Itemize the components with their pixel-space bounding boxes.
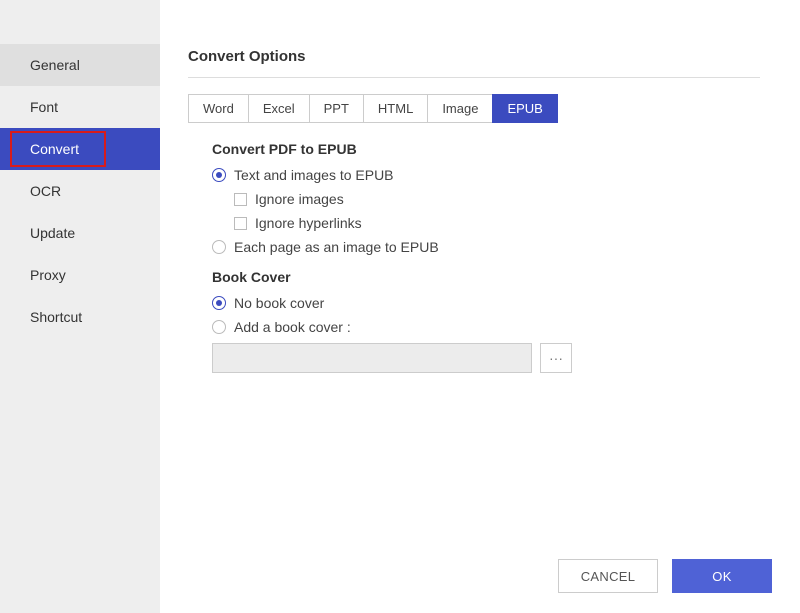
- option-label: Add a book cover :: [234, 319, 351, 335]
- sidebar-item-general[interactable]: General: [0, 44, 160, 86]
- section-title-cover: Book Cover: [212, 269, 760, 285]
- sidebar-item-label: Update: [30, 225, 75, 241]
- tab-image[interactable]: Image: [427, 94, 493, 123]
- cancel-button[interactable]: CANCEL: [558, 559, 658, 593]
- radio-icon: [212, 168, 226, 182]
- browse-button[interactable]: ···: [540, 343, 572, 373]
- option-text-images[interactable]: Text and images to EPUB: [212, 167, 760, 183]
- tab-html[interactable]: HTML: [363, 94, 428, 123]
- sidebar: General Font Convert OCR Update Proxy Sh…: [0, 0, 160, 613]
- cover-path-input[interactable]: [212, 343, 532, 373]
- main-panel: Convert Options Word Excel PPT HTML Imag…: [160, 0, 800, 613]
- tab-epub[interactable]: EPUB: [492, 94, 557, 123]
- ok-button[interactable]: OK: [672, 559, 772, 593]
- sidebar-item-label: Shortcut: [30, 309, 82, 325]
- cover-path-row: ···: [212, 343, 760, 373]
- tab-ppt[interactable]: PPT: [309, 94, 364, 123]
- sidebar-item-label: General: [30, 57, 80, 73]
- section-title-convert: Convert PDF to EPUB: [212, 141, 760, 157]
- option-ignore-hyperlinks[interactable]: Ignore hyperlinks: [212, 215, 760, 231]
- option-add-cover[interactable]: Add a book cover :: [212, 319, 760, 335]
- checkbox-icon: [234, 193, 247, 206]
- option-label: Each page as an image to EPUB: [234, 239, 439, 255]
- sidebar-item-label: Proxy: [30, 267, 66, 283]
- option-ignore-images[interactable]: Ignore images: [212, 191, 760, 207]
- sidebar-item-label: Font: [30, 99, 58, 115]
- option-label: Ignore images: [255, 191, 344, 207]
- checkbox-icon: [234, 217, 247, 230]
- format-tabs: Word Excel PPT HTML Image EPUB: [188, 94, 760, 123]
- radio-icon: [212, 296, 226, 310]
- sidebar-item-proxy[interactable]: Proxy: [0, 254, 160, 296]
- convert-section: Convert PDF to EPUB Text and images to E…: [188, 123, 760, 373]
- sidebar-item-convert[interactable]: Convert: [0, 128, 160, 170]
- sidebar-item-update[interactable]: Update: [0, 212, 160, 254]
- option-label: No book cover: [234, 295, 324, 311]
- option-no-cover[interactable]: No book cover: [212, 295, 760, 311]
- divider: [188, 77, 760, 78]
- radio-icon: [212, 320, 226, 334]
- ellipsis-icon: ···: [549, 350, 563, 366]
- option-label: Ignore hyperlinks: [255, 215, 362, 231]
- radio-icon: [212, 240, 226, 254]
- sidebar-item-label: OCR: [30, 183, 61, 199]
- options-window: ✕ General Font Convert OCR Update Proxy …: [0, 0, 800, 613]
- sidebar-item-shortcut[interactable]: Shortcut: [0, 296, 160, 338]
- tab-word[interactable]: Word: [188, 94, 249, 123]
- tab-excel[interactable]: Excel: [248, 94, 310, 123]
- option-each-page-image[interactable]: Each page as an image to EPUB: [212, 239, 760, 255]
- sidebar-item-label: Convert: [30, 141, 79, 157]
- page-title: Convert Options: [188, 48, 760, 65]
- sidebar-item-font[interactable]: Font: [0, 86, 160, 128]
- sidebar-item-ocr[interactable]: OCR: [0, 170, 160, 212]
- footer: CANCEL OK: [558, 559, 772, 593]
- option-label: Text and images to EPUB: [234, 167, 394, 183]
